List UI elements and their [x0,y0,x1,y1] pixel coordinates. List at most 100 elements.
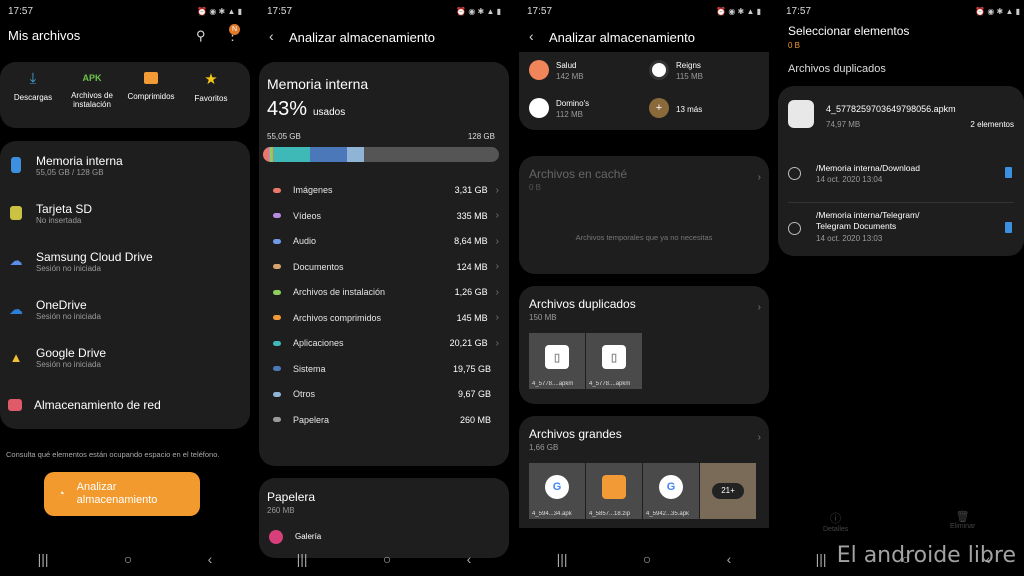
cache-card[interactable]: Archivos en caché 0 B › Archivos tempora… [519,156,769,274]
star-icon: ★ [204,71,218,88]
notification-badge: N [229,24,240,35]
used-percent: 43% [267,98,308,120]
duplicate-entry[interactable]: /Memoria interna/Telegram/ Telegram Docu… [778,204,1024,254]
duplicates-card[interactable]: Archivos duplicados 150 MB › ▯ 4_5778...… [519,286,769,404]
file-icon: ▯ [545,345,569,369]
large-files-card[interactable]: Archivos grandes 1,66 GB › G 4_594...34.… [519,416,769,528]
location-google-drive[interactable]: ▲ Google Drive Sesión no iniciada [0,333,250,381]
chevron-right-icon: › [495,235,499,247]
duplicate-thumbnail[interactable]: ▯ 4_5778....apkm [586,333,642,389]
location-subtitle: Sesión no iniciada [36,359,101,369]
nav-bar: ||| ○ ‹ [259,542,509,576]
category-favorites[interactable]: ★ Favoritos [186,70,236,103]
thumbnail-label: 4_5942...35.apk [646,511,690,517]
location-title: Memoria interna [36,153,123,168]
more-apps-label[interactable]: 13 más [676,105,702,114]
location-title: OneDrive [36,297,87,312]
apkm-file-icon [788,100,814,128]
thumbnail-label: 4_5778....apkm [532,381,574,387]
more-apps-icon[interactable]: + [649,98,669,118]
status-icons: ⏰ ◉ ✱ ▲ ▮ [975,6,1020,16]
storage-hint: Consulta qué elementos están ocupando es… [6,450,220,459]
legend-row[interactable]: Archivos de instalación 1,26 GB › [273,285,499,299]
status-bar: 17:57 ⏰ ◉ ✱ ▲ ▮ [0,0,250,22]
chevron-right-icon: › [757,302,761,313]
app-size: 112 MB [556,110,583,119]
location-network-storage[interactable]: Almacenamiento de red [0,381,250,429]
download-icon: ⤓ [29,70,37,87]
location-internal-memory[interactable]: Memoria interna 55,05 GB / 128 GB [0,141,250,189]
entry-date: 14 oct. 2020 13:03 [816,234,883,243]
phone-storage-icon [1005,167,1012,178]
category-compressed[interactable]: Comprimidos [124,70,178,101]
legend-row[interactable]: Archivos comprimidos 145 MB › [273,311,499,325]
legend-row[interactable]: Sistema 19,75 GB [273,362,499,376]
legend-name: Vídeos [293,210,322,221]
legend-name: Aplicaciones [293,338,344,348]
legend-color-dot [273,391,281,397]
legend-value: 3,31 GB [454,185,488,195]
legend-row[interactable]: Aplicaciones 20,21 GB › [273,336,499,350]
file-size: 74,97 MB [826,120,861,129]
category-installation-files[interactable]: APK Archivos de instalación [66,70,118,109]
legend-row[interactable]: Audio 8,64 MB › [273,234,499,248]
location-subtitle: No insertada [36,215,82,225]
recent-apps-button[interactable]: ||| [38,551,49,567]
recent-apps-button[interactable]: ||| [297,551,308,567]
used-amount: 55,05 GB [267,132,301,141]
storage-locations-card: Memoria interna 55,05 GB / 128 GB Tarjet… [0,141,250,429]
apk-icon: APK [82,73,102,83]
legend-color-dot [273,238,281,244]
status-icons: ⏰ ◉ ✱ ▲ ▮ [716,6,761,16]
dominos-app-icon [529,98,549,118]
internal-memory-card: Memoria interna 43% usados 55,05 GB 128 … [259,62,509,466]
status-time: 17:57 [527,5,553,17]
large-file-thumbnail[interactable]: G 4_594...34.apk [529,463,585,519]
app-name: Domino's [556,99,590,108]
app-name: Salud [556,61,577,70]
large-file-thumbnail[interactable]: 4_5857...18.zip [586,463,642,519]
phone-storage-icon [1005,222,1012,233]
location-samsung-cloud[interactable]: ☁ Samsung Cloud Drive Sesión no iniciada [0,237,250,285]
category-downloads[interactable]: ⤓ Descargas [8,70,58,102]
back-button[interactable]: ‹ [467,551,472,567]
more-large-files-thumbnail[interactable]: 21+ [700,463,756,519]
legend-row[interactable]: Vídeos 335 MB › [273,209,499,223]
status-time: 17:57 [267,5,293,17]
duplicate-thumbnail[interactable]: ▯ 4_5778....apkm [529,333,585,389]
legend-color-dot [273,366,281,371]
back-arrow-icon[interactable]: ‹ [529,28,534,44]
chevron-right-icon: › [495,286,499,298]
location-title: Samsung Cloud Drive [36,249,153,264]
entry-date: 14 oct. 2020 13:04 [816,175,883,184]
legend-name: Archivos de instalación [293,287,386,297]
back-arrow-icon[interactable]: ‹ [269,28,274,44]
legend-row[interactable]: Documentos 124 MB › [273,260,499,274]
home-button[interactable]: ○ [383,551,391,567]
back-button[interactable]: ‹ [727,551,732,567]
select-radio[interactable] [788,167,801,180]
analyze-storage-button[interactable]: ◔ Analizar almacenamiento [44,472,200,516]
usage-segment [272,147,310,162]
sd-card-icon [10,206,22,220]
legend-row[interactable]: Imágenes 3,31 GB › [273,183,499,197]
gallery-label: Galería [295,532,322,541]
legend-name: Papelera [293,414,330,425]
chevron-right-icon: › [495,312,499,323]
duplicate-entry[interactable]: /Memoria interna/Download 14 oct. 2020 1… [778,151,1024,201]
location-sd-card[interactable]: Tarjeta SD No insertada [0,189,250,237]
select-radio[interactable] [788,222,801,235]
home-button[interactable]: ○ [124,551,132,567]
recent-apps-button[interactable]: ||| [816,551,827,567]
legend-row[interactable]: Papelera 260 MB [273,413,499,427]
home-button[interactable]: ○ [643,551,651,567]
file-count: 2 elementos [970,120,1014,129]
back-button[interactable]: ‹ [208,551,213,567]
analyze-storage-label: Analizar almacenamiento [76,481,158,506]
apps-card: Salud 142 MB Reigns 115 MB Domino's 112 … [519,52,769,130]
location-onedrive[interactable]: ☁ OneDrive Sesión no iniciada [0,285,250,333]
search-icon[interactable]: ⚲ [196,28,206,44]
legend-row[interactable]: Otros 9,67 GB [273,387,499,401]
recent-apps-button[interactable]: ||| [557,551,568,567]
large-file-thumbnail[interactable]: G 4_5942...35.apk [643,463,699,519]
